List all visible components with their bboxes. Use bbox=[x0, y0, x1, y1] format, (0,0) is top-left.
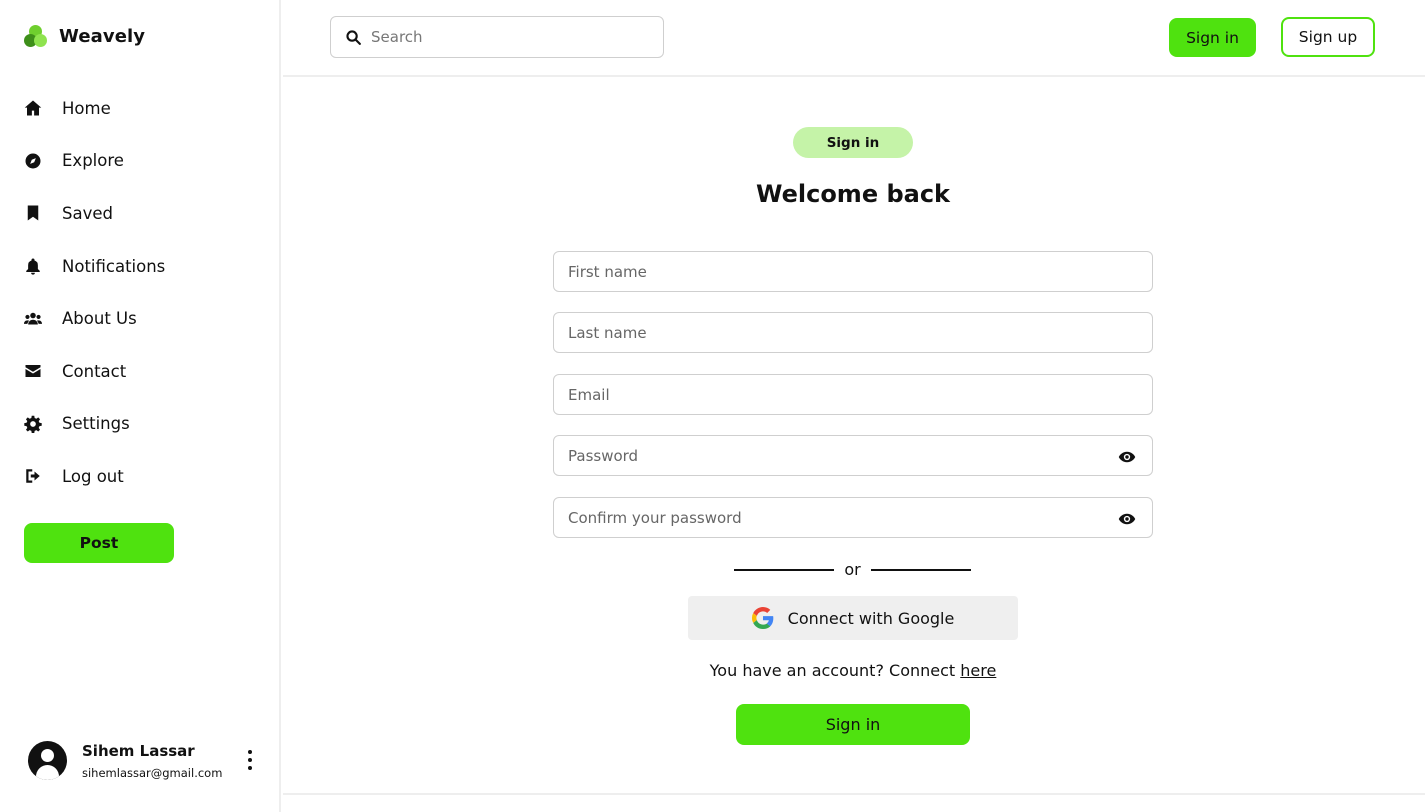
header-signin-button[interactable]: Sign in bbox=[1169, 18, 1256, 57]
bell-icon bbox=[24, 257, 42, 275]
sidebar-item-label: Settings bbox=[62, 414, 130, 434]
sidebar-item-label: About Us bbox=[62, 309, 137, 329]
compass-icon bbox=[24, 152, 42, 170]
app-name: Weavely bbox=[59, 25, 146, 47]
sidebar-item-contact[interactable]: Contact bbox=[24, 345, 264, 398]
email-input[interactable] bbox=[568, 385, 1108, 404]
search-icon bbox=[346, 29, 361, 45]
sidebar-item-settings[interactable]: Settings bbox=[24, 398, 264, 451]
logo[interactable]: Weavely bbox=[24, 24, 145, 48]
search-input[interactable] bbox=[371, 28, 641, 46]
sidebar-item-label: Log out bbox=[62, 466, 124, 486]
logout-icon bbox=[24, 467, 42, 485]
password-input[interactable] bbox=[568, 446, 1108, 465]
sidebar-item-logout[interactable]: Log out bbox=[24, 450, 264, 503]
sidebar-item-notifications[interactable]: Notifications bbox=[24, 240, 264, 293]
home-icon bbox=[24, 99, 42, 117]
profile-name: Sihem Lassar bbox=[82, 742, 195, 760]
sidebar-nav: Home Explore Saved Notifications About U… bbox=[24, 82, 264, 503]
post-button[interactable]: Post bbox=[24, 523, 174, 563]
account-prompt: You have an account? Connect here bbox=[553, 661, 1153, 680]
confirm-password-field bbox=[553, 497, 1153, 538]
more-options-icon[interactable] bbox=[246, 750, 254, 770]
top-bar: Sign in Sign up bbox=[283, 0, 1425, 77]
logo-icon bbox=[24, 24, 48, 48]
gear-icon bbox=[24, 415, 42, 433]
first-name-input[interactable] bbox=[568, 262, 1108, 281]
sidebar-item-about-us[interactable]: About Us bbox=[24, 292, 264, 345]
users-icon bbox=[24, 310, 42, 328]
submit-signin-button[interactable]: Sign in bbox=[736, 704, 970, 745]
google-icon bbox=[751, 607, 773, 629]
or-divider: or bbox=[734, 558, 971, 582]
search-box bbox=[330, 16, 664, 58]
sidebar-item-label: Notifications bbox=[62, 256, 166, 276]
header-signup-button[interactable]: Sign up bbox=[1281, 17, 1375, 57]
sidebar-item-explore[interactable]: Explore bbox=[24, 135, 264, 188]
sidebar-item-home[interactable]: Home bbox=[24, 82, 264, 135]
bottom-divider bbox=[283, 793, 1425, 795]
first-name-field bbox=[553, 251, 1153, 292]
form-badge: Sign in bbox=[793, 127, 913, 158]
sidebar-item-saved[interactable]: Saved bbox=[24, 187, 264, 240]
last-name-field bbox=[553, 312, 1153, 353]
last-name-input[interactable] bbox=[568, 323, 1108, 342]
user-profile: Sihem Lassar sihemlassar@gmail.com bbox=[28, 740, 268, 782]
profile-email: sihemlassar@gmail.com bbox=[82, 766, 223, 780]
account-prompt-text: You have an account? Connect bbox=[709, 661, 956, 680]
sidebar: Weavely Home Explore Saved Notifications bbox=[0, 0, 281, 812]
sidebar-item-label: Contact bbox=[62, 361, 127, 381]
envelope-icon bbox=[24, 362, 42, 380]
confirm-password-input[interactable] bbox=[568, 508, 1108, 527]
google-button-label: Connect with Google bbox=[787, 608, 955, 628]
divider-line bbox=[871, 569, 971, 571]
email-field bbox=[553, 374, 1153, 415]
sidebar-item-label: Home bbox=[62, 98, 111, 118]
page-title: Welcome back bbox=[755, 180, 951, 208]
sidebar-item-label: Saved bbox=[62, 203, 113, 223]
sidebar-item-label: Explore bbox=[62, 151, 124, 171]
connect-here-link[interactable]: here bbox=[960, 661, 996, 680]
google-connect-button[interactable]: Connect with Google bbox=[688, 596, 1018, 640]
bookmark-icon bbox=[24, 204, 42, 222]
password-field bbox=[553, 435, 1153, 476]
avatar[interactable] bbox=[28, 741, 67, 780]
eye-icon[interactable] bbox=[1118, 510, 1136, 528]
eye-icon[interactable] bbox=[1118, 448, 1136, 466]
